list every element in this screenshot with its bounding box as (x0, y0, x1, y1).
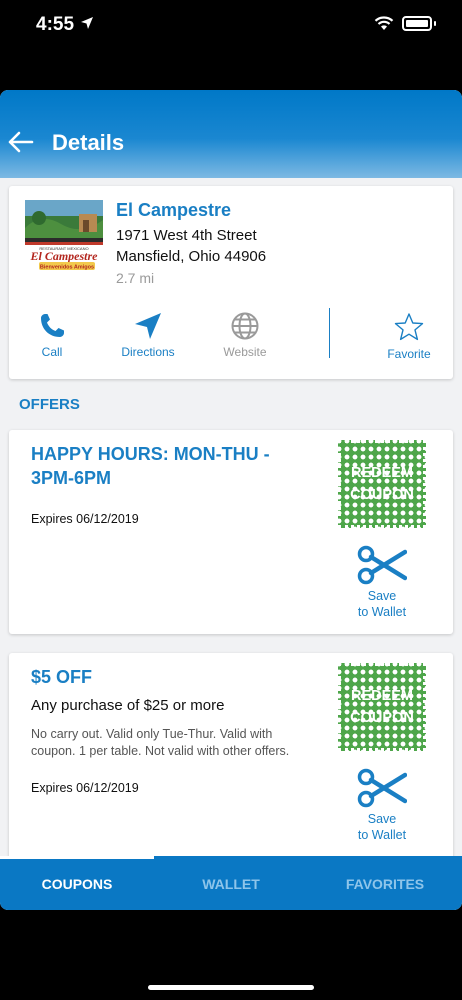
offer-description: No carry out. Valid only Tue-Thur. Valid… (31, 727, 290, 758)
directions-label: Directions (121, 345, 175, 359)
merchant-address-line1: 1971 West 4th Street (116, 227, 257, 244)
merchant-distance: 2.7 mi (116, 270, 155, 286)
favorite-label: Favorite (387, 347, 431, 361)
wifi-icon (374, 16, 394, 30)
status-time: 4:55 (36, 14, 75, 35)
phone-icon (41, 314, 64, 337)
website-button[interactable]: Website (197, 312, 293, 359)
call-label: Call (41, 345, 63, 359)
redeem-coupon-button[interactable]: REDEEM COUPON (338, 663, 426, 751)
home-indicator[interactable] (148, 985, 314, 990)
offers-section-title: OFFERS (19, 396, 80, 413)
back-arrow-icon[interactable] (8, 130, 36, 154)
header: Details (0, 90, 462, 178)
save-label-line2: to Wallet (357, 605, 407, 619)
star-outline-icon (394, 313, 424, 341)
call-button[interactable]: Call (4, 312, 100, 359)
tab-bar: COUPONS WALLET FAVORITES (0, 856, 462, 910)
offer-card: $5 OFF Any purchase of $25 or more No ca… (9, 653, 453, 856)
scissors-icon (357, 545, 407, 585)
website-label: Website (223, 345, 267, 359)
app-screen: Details RESTAURANT MEXICANO El Campestre (0, 90, 462, 910)
content-scroll[interactable]: RESTAURANT MEXICANO El Campestre Bienven… (0, 178, 462, 856)
battery-icon (402, 16, 432, 31)
globe-icon (231, 312, 259, 340)
redeem-coupon-button[interactable]: REDEEM COUPON (338, 440, 426, 528)
location-arrow-icon (81, 17, 93, 29)
tab-favorites[interactable]: FAVORITES (308, 876, 462, 892)
merchant-address-line2: Mansfield, Ohio 44906 (116, 248, 267, 265)
favorite-button[interactable]: Favorite (361, 312, 457, 361)
redeem-coupon-label: REDEEM COUPON (350, 465, 414, 503)
redeem-coupon-label: REDEEM COUPON (350, 688, 414, 726)
save-to-wallet-button[interactable]: Save to Wallet (346, 767, 418, 843)
tab-active-indicator (0, 856, 154, 859)
save-label-line1: Save (367, 812, 397, 826)
offer-title: HAPPY HOURS: MON-THU - 3PM-6PM (31, 444, 270, 488)
save-to-wallet-button[interactable]: Save to Wallet (346, 544, 418, 620)
navigation-arrow-icon (135, 313, 161, 339)
merchant-logo: RESTAURANT MEXICANO El Campestre Bienven… (21, 198, 105, 272)
scissors-icon (357, 768, 407, 808)
status-icons (374, 16, 436, 31)
status-bar: 4:55 (0, 0, 462, 50)
tab-coupons[interactable]: COUPONS (0, 876, 154, 892)
offer-subtitle: Any purchase of $25 or more (31, 697, 225, 714)
tab-wallet[interactable]: WALLET (154, 876, 308, 892)
page-title: Details (52, 130, 125, 155)
offer-expires: Expires 06/12/2019 (31, 781, 139, 795)
battery-nub (434, 21, 436, 26)
logo-brand-text: El Campestre (29, 249, 98, 263)
save-label-line2: to Wallet (357, 828, 407, 842)
offer-title: $5 OFF (31, 667, 93, 687)
merchant-name: El Campestre (116, 200, 232, 220)
directions-button[interactable]: Directions (100, 312, 196, 359)
logo-tagline-text: Bienvenidos Amigos (40, 265, 94, 271)
offer-expires: Expires 06/12/2019 (31, 512, 139, 526)
merchant-card: RESTAURANT MEXICANO El Campestre Bienven… (9, 186, 453, 379)
action-divider (329, 308, 330, 358)
save-label-line1: Save (367, 589, 397, 603)
offer-card: HAPPY HOURS: MON-THU - 3PM-6PM Expires 0… (9, 430, 453, 634)
